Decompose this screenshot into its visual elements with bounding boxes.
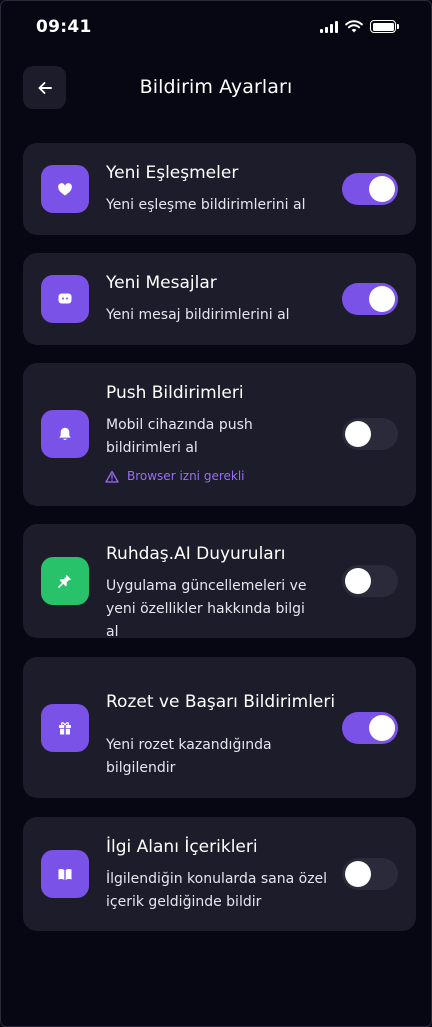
setting-card-push-notifications: Push Bildirimleri Mobil cihazında push b… bbox=[23, 363, 416, 506]
setting-card-badge-notifications: Rozet ve Başarı Bildirimleri Yeni rozet … bbox=[23, 657, 416, 798]
toggle-announcements[interactable] bbox=[342, 565, 398, 597]
toggle-interest-content[interactable] bbox=[342, 858, 398, 890]
chat-bubble-icon bbox=[58, 293, 72, 304]
setting-card-new-messages: Yeni Mesajlar Yeni mesaj bildirimlerini … bbox=[23, 253, 416, 345]
toggle-knob bbox=[369, 286, 395, 312]
setting-title: Yeni Eşleşmeler bbox=[106, 163, 239, 183]
setting-description: Mobil cihazında push bildirimleri al bbox=[106, 417, 253, 456]
setting-card-interest-content: İlgi Alanı İçerikleri İlgilendiğin konul… bbox=[23, 817, 416, 931]
permission-warning: Browser izni gerekli bbox=[105, 469, 245, 483]
status-time: 09:41 bbox=[36, 17, 92, 37]
setting-title: Rozet ve Başarı Bildirimleri bbox=[106, 692, 336, 712]
bell-icon bbox=[59, 427, 71, 441]
setting-description: Yeni eşleşme bildirimlerini al bbox=[106, 197, 306, 213]
setting-description: Yeni rozet kazandığında bilgilendir bbox=[106, 737, 272, 776]
setting-description: Yeni mesaj bildirimlerini al bbox=[106, 307, 290, 323]
toggle-new-matches[interactable] bbox=[342, 173, 398, 205]
toggle-knob bbox=[345, 421, 371, 447]
setting-icon-box bbox=[41, 275, 89, 323]
battery-icon bbox=[370, 20, 399, 33]
setting-description: Uygulama güncellemeleri ve yeni özellikl… bbox=[106, 578, 307, 640]
toggle-knob bbox=[345, 861, 371, 887]
gift-icon bbox=[59, 722, 71, 735]
setting-icon-box bbox=[41, 850, 89, 898]
status-bar: 09:41 bbox=[0, 0, 432, 56]
setting-title: Push Bildirimleri bbox=[106, 383, 244, 403]
status-icons bbox=[320, 20, 399, 33]
setting-title: Yeni Mesajlar bbox=[106, 273, 217, 293]
toggle-push-notifications[interactable] bbox=[342, 418, 398, 450]
book-icon bbox=[58, 868, 72, 880]
setting-icon-box bbox=[41, 557, 89, 605]
setting-icon-box bbox=[41, 410, 89, 458]
setting-icon-box bbox=[41, 165, 89, 213]
pin-icon bbox=[58, 574, 72, 588]
toggle-knob bbox=[369, 176, 395, 202]
toggle-badge-notifications[interactable] bbox=[342, 712, 398, 744]
page-title: Bildirim Ayarları bbox=[139, 76, 293, 98]
setting-icon-box bbox=[41, 704, 89, 752]
setting-card-announcements: Ruhdaş.AI Duyuruları Uygulama güncelleme… bbox=[23, 524, 416, 640]
permission-warning-text: Browser izni gerekli bbox=[127, 469, 245, 483]
warning-icon bbox=[105, 470, 119, 483]
heart-icon bbox=[58, 182, 72, 195]
signal-icon bbox=[320, 20, 338, 33]
setting-description: İlgilendiğin konularda sana özel içerik … bbox=[106, 871, 328, 910]
setting-title: Ruhdaş.AI Duyuruları bbox=[106, 544, 286, 564]
wifi-icon bbox=[345, 20, 363, 33]
toggle-knob bbox=[345, 568, 371, 594]
setting-card-new-matches: Yeni Eşleşmeler Yeni eşleşme bildirimler… bbox=[23, 143, 416, 235]
toggle-new-messages[interactable] bbox=[342, 283, 398, 315]
toggle-knob bbox=[369, 715, 395, 741]
setting-title: İlgi Alanı İçerikleri bbox=[106, 837, 258, 857]
